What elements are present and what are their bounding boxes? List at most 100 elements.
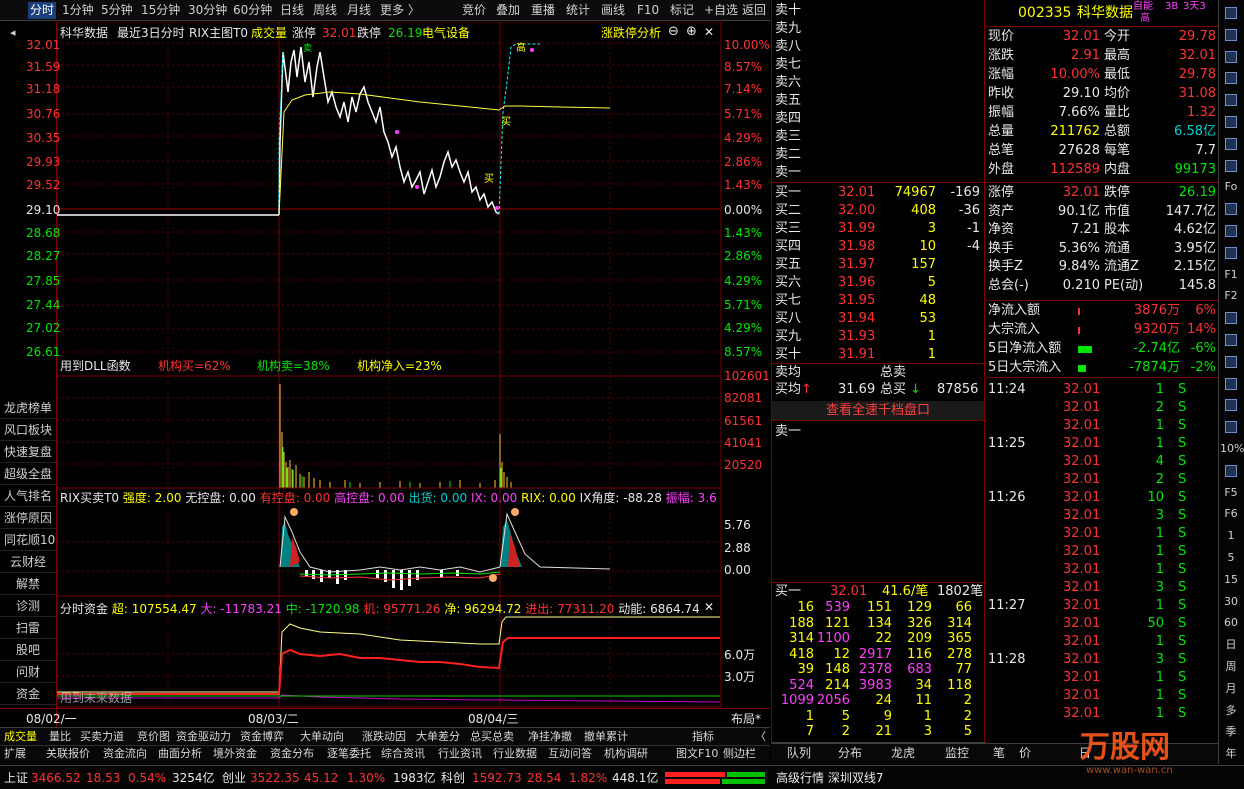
- back-button[interactable]: 返回: [742, 2, 766, 19]
- tab-60min[interactable]: 60分钟: [233, 2, 272, 19]
- replay-button[interactable]: 重播: [531, 2, 555, 19]
- main-indicator[interactable]: RIX主图T0: [189, 26, 248, 40]
- tab-month[interactable]: 月线: [347, 2, 371, 19]
- indicator-tab[interactable]: 撤单累计: [584, 729, 628, 744]
- buy-level-price[interactable]: 31.99: [838, 220, 875, 238]
- indicator-tab[interactable]: 〈: [755, 729, 766, 744]
- tab-15min[interactable]: 15分钟: [141, 2, 180, 19]
- period-multi[interactable]: 多: [1220, 700, 1242, 722]
- f2-icon[interactable]: F2: [1220, 285, 1242, 307]
- extension-tab[interactable]: 机构调研: [604, 746, 648, 761]
- indicator-tab[interactable]: 净挂净撤: [528, 729, 572, 744]
- buy-level-price[interactable]: 31.91: [838, 346, 875, 364]
- tab-week[interactable]: 周线: [313, 2, 337, 19]
- tab-30min[interactable]: 30分钟: [188, 2, 227, 19]
- buy-level-price[interactable]: 31.98: [838, 238, 875, 256]
- full-depth-button[interactable]: 查看全速千档盘口: [772, 401, 984, 420]
- rise-icon[interactable]: [1220, 394, 1242, 416]
- period-week[interactable]: 周: [1220, 656, 1242, 678]
- extension-tab[interactable]: 资金分布: [270, 746, 314, 761]
- buy-level-price[interactable]: 31.95: [838, 292, 875, 310]
- bell-icon[interactable]: [1220, 329, 1242, 351]
- buy-level-price[interactable]: 31.97: [838, 256, 875, 274]
- chart-icon[interactable]: [1220, 89, 1242, 111]
- buy-level-price[interactable]: 31.94: [838, 310, 875, 328]
- extension-tab[interactable]: 资金流向: [103, 746, 147, 761]
- bar-icon[interactable]: [1220, 46, 1242, 68]
- indicator-tab[interactable]: 量比: [49, 729, 71, 744]
- extension-tab[interactable]: 曲面分析: [158, 746, 202, 761]
- detail-tab[interactable]: 龙虎: [891, 746, 915, 761]
- chart-collapse-icon[interactable]: ◂: [10, 26, 16, 40]
- chart-close-icon[interactable]: ✕: [704, 25, 714, 39]
- draw-button[interactable]: 画线: [601, 2, 625, 19]
- add-watchlist-button[interactable]: +自选: [704, 2, 738, 19]
- indicator-tab[interactable]: 指标: [692, 729, 714, 744]
- tab-day[interactable]: 日线: [280, 2, 304, 19]
- extension-tab[interactable]: 行业数据: [493, 746, 537, 761]
- extension-tab[interactable]: 综合资讯: [381, 746, 425, 761]
- f1-icon[interactable]: F1: [1220, 264, 1242, 286]
- indicator-tab[interactable]: 大单差分: [416, 729, 460, 744]
- extension-tab[interactable]: 互动问答: [548, 746, 592, 761]
- tab-more[interactable]: 更多 〉: [380, 2, 420, 19]
- extension-tab[interactable]: 侧边栏: [723, 746, 756, 761]
- flag-icon[interactable]: [1220, 155, 1242, 177]
- buy-level-price[interactable]: 31.93: [838, 328, 875, 346]
- period-15[interactable]: 15: [1220, 569, 1242, 591]
- f6-icon[interactable]: F6: [1220, 503, 1242, 525]
- period-60[interactable]: 60: [1220, 612, 1242, 634]
- period-quarter[interactable]: 季: [1220, 721, 1242, 743]
- period-1[interactable]: 1: [1220, 525, 1242, 547]
- candle-icon[interactable]: [1220, 111, 1242, 133]
- extension-tab[interactable]: 行业资讯: [438, 746, 482, 761]
- buy-level-price[interactable]: 32.00: [838, 202, 875, 220]
- index-name[interactable]: 上证: [4, 771, 28, 785]
- lock-icon[interactable]: [1220, 67, 1242, 89]
- f10-icon[interactable]: Fo: [1220, 176, 1242, 198]
- pct-icon[interactable]: 10%: [1220, 438, 1244, 460]
- alarm-icon[interactable]: [1220, 460, 1242, 482]
- indicator-tab[interactable]: 资金驱动力: [176, 729, 231, 744]
- detail-tab[interactable]: 价: [1019, 746, 1031, 761]
- period-year[interactable]: 年: [1220, 743, 1242, 765]
- indicator-tab[interactable]: 成交量: [4, 729, 37, 744]
- fund-close-icon[interactable]: ✕: [704, 600, 714, 614]
- period-month[interactable]: 月: [1220, 678, 1242, 700]
- extension-tab[interactable]: 关联报价: [46, 746, 90, 761]
- auction-button[interactable]: 竞价: [462, 2, 486, 19]
- indicator-tab[interactable]: 竞价图: [137, 729, 170, 744]
- zoom-in-icon[interactable]: ⊕: [686, 25, 697, 39]
- cube-icon[interactable]: [1220, 373, 1242, 395]
- grid-icon[interactable]: [1220, 24, 1242, 46]
- f10-button[interactable]: F10: [637, 2, 659, 19]
- tab-1min[interactable]: 1分钟: [62, 2, 94, 19]
- book-icon[interactable]: [1220, 220, 1242, 242]
- indicator-tab[interactable]: 买卖力道: [80, 729, 124, 744]
- star-icon[interactable]: [1220, 351, 1242, 373]
- indicator-tab[interactable]: 资金博弈: [240, 729, 284, 744]
- tab-5min[interactable]: 5分钟: [101, 2, 133, 19]
- mark-button[interactable]: 标记: [670, 2, 694, 19]
- indicator-tab[interactable]: 总买总卖: [470, 729, 514, 744]
- extension-tab[interactable]: 境外资金: [213, 746, 257, 761]
- tab-fenshi[interactable]: 分时: [28, 2, 56, 19]
- indicator-tab[interactable]: 涨跌动因: [362, 729, 406, 744]
- period-5[interactable]: 5: [1220, 547, 1242, 569]
- doc-icon[interactable]: [1220, 198, 1242, 220]
- detail-tab[interactable]: 队列: [787, 746, 811, 761]
- buy-level-price[interactable]: 32.01: [838, 184, 875, 202]
- gear-icon[interactable]: [1220, 2, 1242, 24]
- limit-analysis-button[interactable]: 涨跌停分析: [601, 26, 661, 40]
- stats-button[interactable]: 统计: [566, 2, 590, 19]
- note-icon[interactable]: [1220, 307, 1242, 329]
- buy-level-price[interactable]: 31.96: [838, 274, 875, 292]
- detail-tab[interactable]: 笔: [993, 746, 1005, 761]
- extension-tab[interactable]: 扩展: [4, 746, 26, 761]
- index-name[interactable]: 科创: [441, 771, 465, 785]
- f5-icon[interactable]: F5: [1220, 482, 1242, 504]
- detail-tab[interactable]: 分布: [838, 746, 862, 761]
- fall-icon[interactable]: [1220, 416, 1242, 438]
- indicator-tab[interactable]: 大单动向: [300, 729, 344, 744]
- period-day[interactable]: 日: [1220, 634, 1242, 656]
